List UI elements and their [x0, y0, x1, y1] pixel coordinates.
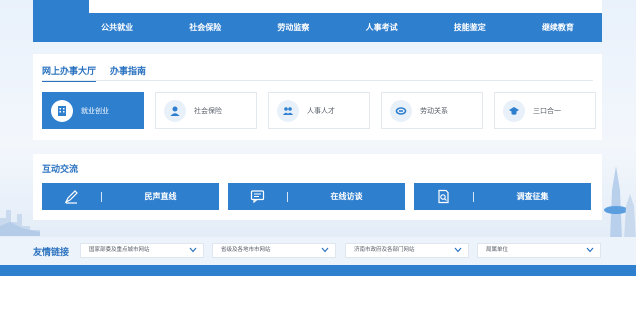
select-value: 局属单位	[486, 247, 509, 253]
friend-links-title: 友情链接	[33, 248, 70, 258]
card-labor-relations[interactable]: 劳动关系	[381, 92, 483, 129]
service-cards: 就业创业 社会保险 人事人才 劳动关系 三口合一	[42, 92, 596, 129]
select-jinan-government[interactable]: 济南市政府及各部门网站	[345, 243, 469, 258]
building-icon	[51, 99, 73, 122]
chevron-down-icon	[454, 247, 462, 253]
chevron-down-icon	[321, 247, 329, 253]
select-affiliated-units[interactable]: 局属单位	[477, 243, 601, 258]
chevron-down-icon	[189, 247, 197, 253]
footer-bar	[0, 265, 636, 276]
tabs-divider	[42, 80, 593, 81]
interaction-title: 互动交流	[42, 165, 79, 175]
interaction-panel: 互动交流 民声直线 在线访谈 调查征集	[33, 154, 602, 220]
select-value: 济南市政府及各部门网站	[354, 247, 415, 253]
main-nav: 公共就业 社会保险 劳动监察 人事考试 技能鉴定 继续教育	[33, 13, 602, 42]
graduation-cap-icon	[503, 99, 525, 122]
select-provincial-sites[interactable]: 省级及各地市市网站	[212, 243, 336, 258]
public-voice-hotline-button[interactable]: 民声直线	[42, 183, 219, 210]
nav-item-public-employment[interactable]: 公共就业	[33, 22, 161, 33]
nav-item-social-insurance[interactable]: 社会保险	[161, 22, 249, 33]
friend-links-bar: 友情链接 国家部委及重点城市网站 省级及各地市市网站 济南市政府及各部门网站 局…	[0, 237, 636, 265]
card-social-insurance[interactable]: 社会保险	[155, 92, 257, 129]
online-interview-button[interactable]: 在线访谈	[228, 183, 405, 210]
nav-item-personnel-exam[interactable]: 人事考试	[338, 22, 426, 33]
card-employment[interactable]: 就业创业	[42, 92, 144, 129]
service-hall-panel: 网上办事大厅 办事指南 就业创业 社会保险 人事人才 劳动关系 三口合一	[33, 54, 602, 140]
card-personnel-talent[interactable]: 人事人才	[268, 92, 370, 129]
button-label: 在线访谈	[330, 192, 363, 201]
card-label: 三口合一	[533, 106, 561, 115]
interaction-buttons: 民声直线 在线访谈 调查征集	[42, 183, 591, 210]
nav-item-skill-appraisal[interactable]: 技能鉴定	[426, 22, 514, 33]
chevron-down-icon	[586, 247, 594, 253]
survey-collection-button[interactable]: 调查征集	[414, 183, 591, 210]
person-icon	[164, 99, 186, 122]
card-label: 劳动关系	[420, 106, 448, 115]
pen-icon	[64, 190, 78, 204]
top-navigation-bar: 公共就业 社会保险 劳动监察 人事考试 技能鉴定 继续教育	[33, 0, 602, 42]
handshake-icon	[390, 99, 412, 122]
chat-icon	[250, 190, 265, 204]
card-three-in-one[interactable]: 三口合一	[494, 92, 596, 129]
people-icon	[277, 99, 299, 122]
button-label: 调查征集	[516, 192, 549, 201]
survey-icon	[438, 189, 449, 204]
card-label: 人事人才	[307, 106, 335, 115]
button-label: 民声直线	[144, 192, 177, 201]
select-national-ministries[interactable]: 国家部委及重点城市网站	[80, 243, 204, 258]
card-label: 就业创业	[81, 106, 109, 115]
select-value: 国家部委及重点城市网站	[89, 247, 150, 253]
card-label: 社会保险	[194, 106, 222, 115]
header-strip	[89, 0, 602, 13]
nav-item-labor-inspection[interactable]: 劳动监察	[249, 22, 337, 33]
select-value: 省级及各地市市网站	[221, 247, 271, 253]
city-tower-right-decoration	[604, 166, 636, 240]
nav-item-continuing-education[interactable]: 继续教育	[514, 22, 602, 33]
